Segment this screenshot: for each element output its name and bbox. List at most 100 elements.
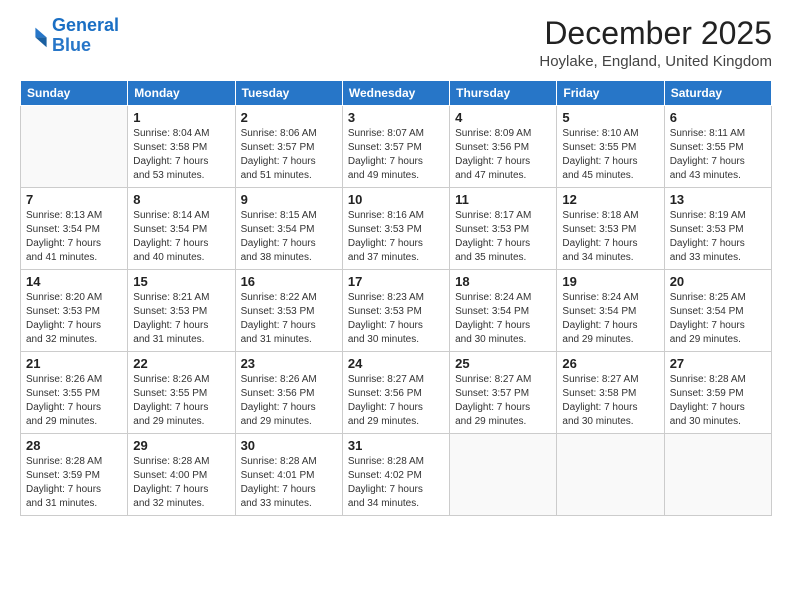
day-info: Sunrise: 8:13 AMSunset: 3:54 PMDaylight:…	[26, 209, 122, 265]
calendar-cell: 2 Sunrise: 8:06 AMSunset: 3:57 PMDaylight…	[235, 106, 342, 188]
day-info: Sunrise: 8:28 AMSunset: 4:00 PMDaylight:…	[133, 455, 229, 511]
day-info: Sunrise: 8:22 AMSunset: 3:53 PMDaylight:…	[241, 291, 337, 347]
calendar-cell: 28 Sunrise: 8:28 AMSunset: 3:59 PMDayligh…	[21, 434, 128, 516]
day-info: Sunrise: 8:28 AMSunset: 3:59 PMDaylight:…	[26, 455, 122, 511]
day-number: 12	[562, 192, 658, 207]
logo-icon	[20, 22, 48, 50]
day-number: 22	[133, 356, 229, 371]
day-number: 1	[133, 110, 229, 125]
logo-text: General Blue	[52, 16, 119, 56]
calendar-week-row: 14 Sunrise: 8:20 AMSunset: 3:53 PMDayligh…	[21, 270, 772, 352]
calendar-cell: 21 Sunrise: 8:26 AMSunset: 3:55 PMDayligh…	[21, 352, 128, 434]
day-info: Sunrise: 8:14 AMSunset: 3:54 PMDaylight:…	[133, 209, 229, 265]
calendar-day-header: Thursday	[450, 81, 557, 106]
day-info: Sunrise: 8:25 AMSunset: 3:54 PMDaylight:…	[670, 291, 766, 347]
calendar-cell: 30Sunrise: 8:28 AMSunset: 4:01 PMDayligh…	[235, 434, 342, 516]
calendar-cell: 10Sunrise: 8:16 AMSunset: 3:53 PMDayligh…	[342, 188, 449, 270]
logo: General Blue	[20, 16, 119, 56]
main-title: December 2025	[539, 16, 772, 51]
calendar-cell: 23Sunrise: 8:26 AMSunset: 3:56 PMDayligh…	[235, 352, 342, 434]
day-info: Sunrise: 8:21 AMSunset: 3:53 PMDaylight:…	[133, 291, 229, 347]
calendar-cell: 14 Sunrise: 8:20 AMSunset: 3:53 PMDayligh…	[21, 270, 128, 352]
calendar-cell: 3 Sunrise: 8:07 AMSunset: 3:57 PMDaylight…	[342, 106, 449, 188]
day-info: Sunrise: 8:06 AMSunset: 3:57 PMDaylight:…	[241, 127, 337, 183]
calendar-cell: 27 Sunrise: 8:28 AMSunset: 3:59 PMDayligh…	[664, 352, 771, 434]
day-number: 6	[670, 110, 766, 125]
day-number: 31	[348, 438, 444, 453]
calendar-cell	[21, 106, 128, 188]
day-number: 23	[241, 356, 337, 371]
day-number: 3	[348, 110, 444, 125]
day-number: 13	[670, 192, 766, 207]
day-info: Sunrise: 8:27 AMSunset: 3:58 PMDaylight:…	[562, 373, 658, 429]
calendar-cell: 6Sunrise: 8:11 AMSunset: 3:55 PMDaylight…	[664, 106, 771, 188]
day-info: Sunrise: 8:27 AMSunset: 3:56 PMDaylight:…	[348, 373, 444, 429]
day-info: Sunrise: 8:15 AMSunset: 3:54 PMDaylight:…	[241, 209, 337, 265]
day-number: 15	[133, 274, 229, 289]
day-info: Sunrise: 8:24 AMSunset: 3:54 PMDaylight:…	[455, 291, 551, 347]
calendar-week-row: 28 Sunrise: 8:28 AMSunset: 3:59 PMDayligh…	[21, 434, 772, 516]
day-number: 26	[562, 356, 658, 371]
day-number: 27	[670, 356, 766, 371]
calendar-cell: 7 Sunrise: 8:13 AMSunset: 3:54 PMDaylight…	[21, 188, 128, 270]
subtitle: Hoylake, England, United Kingdom	[539, 53, 772, 70]
day-info: Sunrise: 8:20 AMSunset: 3:53 PMDaylight:…	[26, 291, 122, 347]
day-number: 21	[26, 356, 122, 371]
calendar-day-header: Wednesday	[342, 81, 449, 106]
day-info: Sunrise: 8:27 AMSunset: 3:57 PMDaylight:…	[455, 373, 551, 429]
calendar-cell: 19Sunrise: 8:24 AMSunset: 3:54 PMDayligh…	[557, 270, 664, 352]
calendar-cell	[557, 434, 664, 516]
day-info: Sunrise: 8:24 AMSunset: 3:54 PMDaylight:…	[562, 291, 658, 347]
day-info: Sunrise: 8:28 AMSunset: 4:02 PMDaylight:…	[348, 455, 444, 511]
day-info: Sunrise: 8:10 AMSunset: 3:55 PMDaylight:…	[562, 127, 658, 183]
day-info: Sunrise: 8:17 AMSunset: 3:53 PMDaylight:…	[455, 209, 551, 265]
calendar-cell	[664, 434, 771, 516]
day-number: 30	[241, 438, 337, 453]
day-number: 16	[241, 274, 337, 289]
page: General Blue December 2025 Hoylake, Engl…	[0, 0, 792, 612]
calendar-cell: 13 Sunrise: 8:19 AMSunset: 3:53 PMDayligh…	[664, 188, 771, 270]
calendar-cell: 11 Sunrise: 8:17 AMSunset: 3:53 PMDayligh…	[450, 188, 557, 270]
day-number: 4	[455, 110, 551, 125]
calendar-week-row: 21 Sunrise: 8:26 AMSunset: 3:55 PMDayligh…	[21, 352, 772, 434]
calendar-cell: 25 Sunrise: 8:27 AMSunset: 3:57 PMDayligh…	[450, 352, 557, 434]
calendar-cell: 9 Sunrise: 8:15 AMSunset: 3:54 PMDaylight…	[235, 188, 342, 270]
calendar-cell: 31 Sunrise: 8:28 AMSunset: 4:02 PMDayligh…	[342, 434, 449, 516]
day-number: 28	[26, 438, 122, 453]
day-number: 10	[348, 192, 444, 207]
logo-line2: Blue	[52, 36, 119, 56]
calendar: SundayMondayTuesdayWednesdayThursdayFrid…	[20, 80, 772, 516]
day-info: Sunrise: 8:07 AMSunset: 3:57 PMDaylight:…	[348, 127, 444, 183]
day-number: 11	[455, 192, 551, 207]
day-info: Sunrise: 8:26 AMSunset: 3:55 PMDaylight:…	[133, 373, 229, 429]
title-block: December 2025 Hoylake, England, United K…	[539, 16, 772, 70]
calendar-cell: 5Sunrise: 8:10 AMSunset: 3:55 PMDaylight…	[557, 106, 664, 188]
calendar-cell: 12Sunrise: 8:18 AMSunset: 3:53 PMDayligh…	[557, 188, 664, 270]
day-info: Sunrise: 8:23 AMSunset: 3:53 PMDaylight:…	[348, 291, 444, 347]
calendar-cell: 15 Sunrise: 8:21 AMSunset: 3:53 PMDayligh…	[128, 270, 235, 352]
header: General Blue December 2025 Hoylake, Engl…	[20, 16, 772, 70]
calendar-cell: 26 Sunrise: 8:27 AMSunset: 3:58 PMDayligh…	[557, 352, 664, 434]
day-number: 24	[348, 356, 444, 371]
day-number: 18	[455, 274, 551, 289]
calendar-cell: 4 Sunrise: 8:09 AMSunset: 3:56 PMDaylight…	[450, 106, 557, 188]
day-info: Sunrise: 8:04 AMSunset: 3:58 PMDaylight:…	[133, 127, 229, 183]
day-number: 9	[241, 192, 337, 207]
day-number: 7	[26, 192, 122, 207]
day-info: Sunrise: 8:09 AMSunset: 3:56 PMDaylight:…	[455, 127, 551, 183]
calendar-day-header: Tuesday	[235, 81, 342, 106]
day-info: Sunrise: 8:26 AMSunset: 3:55 PMDaylight:…	[26, 373, 122, 429]
calendar-day-header: Friday	[557, 81, 664, 106]
logo-line1: General	[52, 15, 119, 35]
day-number: 8	[133, 192, 229, 207]
day-info: Sunrise: 8:19 AMSunset: 3:53 PMDaylight:…	[670, 209, 766, 265]
calendar-cell: 16 Sunrise: 8:22 AMSunset: 3:53 PMDayligh…	[235, 270, 342, 352]
calendar-week-row: 1 Sunrise: 8:04 AMSunset: 3:58 PMDaylight…	[21, 106, 772, 188]
day-info: Sunrise: 8:28 AMSunset: 3:59 PMDaylight:…	[670, 373, 766, 429]
day-number: 2	[241, 110, 337, 125]
day-number: 14	[26, 274, 122, 289]
day-number: 25	[455, 356, 551, 371]
calendar-cell: 24 Sunrise: 8:27 AMSunset: 3:56 PMDayligh…	[342, 352, 449, 434]
calendar-cell: 22 Sunrise: 8:26 AMSunset: 3:55 PMDayligh…	[128, 352, 235, 434]
calendar-cell	[450, 434, 557, 516]
